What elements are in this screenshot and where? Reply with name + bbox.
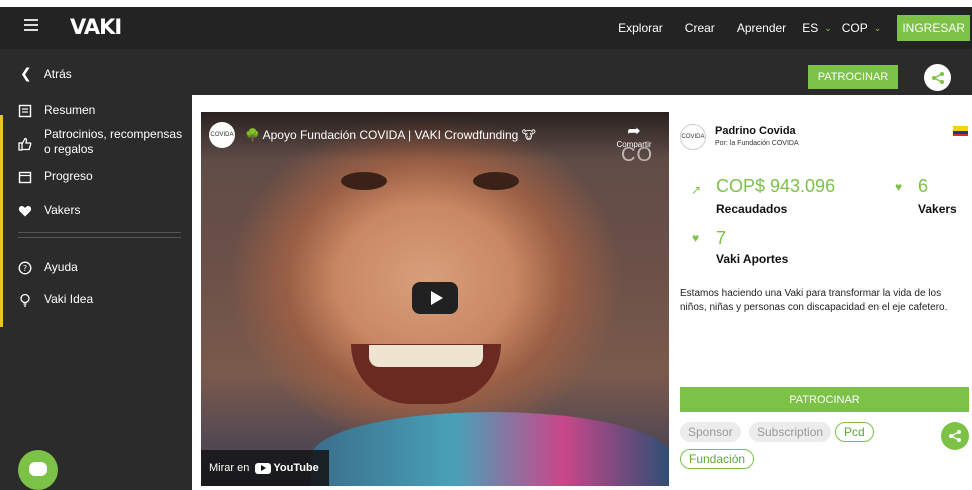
sidebar-active-marker <box>0 115 3 327</box>
help-icon: ? <box>18 261 32 275</box>
video-watermark: CO <box>621 144 653 166</box>
video-frame-detail <box>369 345 483 367</box>
share-arrow-icon: ➦ <box>627 123 641 140</box>
campaign-description: Estamos haciendo una Vaki para transform… <box>680 288 948 313</box>
login-button[interactable]: INGRESAR <box>897 15 970 41</box>
language-value: ES <box>802 21 819 35</box>
hamburger-menu-icon[interactable] <box>24 19 38 33</box>
youtube-video-player[interactable]: COVIDA 🌳 Apoyo Fundación COVIDA | VAKI C… <box>201 112 669 486</box>
org-avatar[interactable]: COVIDA <box>680 124 706 150</box>
chevron-down-icon: ⌄ <box>824 22 832 33</box>
raised-label: Recaudados <box>716 202 788 216</box>
calendar-icon <box>18 171 32 184</box>
sidebar-divider <box>18 237 181 238</box>
sidebar-divider <box>18 232 181 233</box>
campaign-panel: COVIDA Padrino Covida Por: la Fundación … <box>669 112 972 486</box>
video-title[interactable]: 🌳 Apoyo Fundación COVIDA | VAKI Crowdfun… <box>245 128 536 142</box>
sidebar-item-label: Progreso <box>44 169 93 183</box>
share-icon[interactable] <box>941 422 969 450</box>
sidebar-item-vaki-idea[interactable]: Vaki Idea <box>18 292 93 307</box>
tag-sponsor[interactable]: Sponsor <box>680 422 741 442</box>
heart-icon: ♥ <box>692 231 700 245</box>
main-content: COVIDA 🌳 Apoyo Fundación COVIDA | VAKI C… <box>192 95 972 490</box>
sponsor-button[interactable]: PATROCINAR <box>680 387 969 412</box>
nav-links: Explorar Crear Aprender ES ⌄ COP ⌄ INGRESA… <box>618 7 972 49</box>
channel-avatar-text: COVIDA <box>210 132 234 138</box>
sidebar-item-label: Vakers <box>44 203 81 217</box>
video-frame-detail <box>473 172 519 190</box>
thumbs-up-icon <box>18 137 32 151</box>
sidebar-item-label: Patrocinios, recompensas o regalos <box>44 127 183 156</box>
play-icon <box>430 291 443 305</box>
tag-pcd[interactable]: Pcd <box>835 422 874 442</box>
watch-on-youtube[interactable]: Mirar en YouTube <box>201 450 329 486</box>
video-frame-detail <box>341 172 387 190</box>
sidebar-item-vakers[interactable]: Vakers <box>18 203 80 218</box>
raised-amount: COP$ 943.096 <box>716 176 836 196</box>
org-subtitle: Por: la Fundación COVIDA <box>715 140 799 147</box>
sidebar-item-progreso[interactable]: Progreso <box>18 169 93 184</box>
chat-button[interactable] <box>18 450 58 490</box>
sidebar: Resumen Patrocinios, recompensas o regal… <box>0 95 192 490</box>
sidebar-item-label: Resumen <box>44 103 96 117</box>
top-strip <box>0 0 972 7</box>
youtube-logo-text: YouTube <box>273 462 319 474</box>
tag-subscription[interactable]: Subscription <box>749 422 832 442</box>
chat-bubble-icon <box>29 462 47 476</box>
back-label: Atrás <box>43 66 72 81</box>
chevron-down-icon: ⌄ <box>873 22 882 33</box>
back-link[interactable]: ❮ Atrás <box>20 65 72 82</box>
trending-up-icon: ↗ <box>691 183 702 197</box>
vakers-label: Vakers <box>918 202 957 216</box>
org-name[interactable]: Padrino Covida <box>715 125 796 137</box>
channel-avatar[interactable]: COVIDA <box>209 122 235 148</box>
summary-icon <box>18 104 32 118</box>
currency-value: COP <box>841 21 868 35</box>
org-avatar-text: COVIDA <box>681 134 705 140</box>
aportes-count: 7 <box>716 228 727 248</box>
language-select[interactable]: ES ⌄ <box>802 21 832 35</box>
top-navbar: VAKI Explorar Crear Aprender ES ⌄ COP ⌄ IN… <box>0 7 972 49</box>
share-icon[interactable] <box>924 64 951 91</box>
lightbulb-icon <box>20 293 30 307</box>
vaki-logo[interactable]: VAKI <box>70 15 122 39</box>
sub-header: ❮ Atrás PATROCINAR <box>0 49 972 95</box>
video-frame-detail <box>311 412 669 486</box>
vakers-count: 6 <box>918 176 929 196</box>
watch-on-label: Mirar en <box>209 462 250 474</box>
aportes-label: Vaki Aportes <box>716 252 789 266</box>
svg-text:?: ? <box>23 264 27 273</box>
sidebar-item-ayuda[interactable]: ? Ayuda <box>18 260 78 275</box>
chevron-left-icon: ❮ <box>20 65 32 81</box>
nav-crear[interactable]: Crear <box>685 21 715 35</box>
heart-icon <box>18 206 32 217</box>
youtube-logo: YouTube <box>255 462 319 474</box>
nav-explorar[interactable]: Explorar <box>618 21 663 35</box>
currency-select[interactable]: COP ⌄ <box>842 21 882 35</box>
sidebar-item-label: Ayuda <box>44 260 78 274</box>
sponsor-button-top[interactable]: PATROCINAR <box>808 65 898 89</box>
sidebar-item-label: Vaki Idea <box>44 292 94 306</box>
sidebar-item-resumen[interactable]: Resumen <box>18 103 95 118</box>
youtube-play-icon <box>255 462 272 474</box>
logo-text: VAKI <box>70 15 122 39</box>
colombia-flag-icon <box>953 126 968 136</box>
sidebar-item-patrocinios[interactable]: Patrocinios, recompensas o regalos <box>18 127 184 157</box>
page: VAKI Explorar Crear Aprender ES ⌄ COP ⌄ IN… <box>0 0 972 490</box>
nav-aprender[interactable]: Aprender <box>737 21 786 35</box>
heart-icon: ♥ <box>895 180 903 194</box>
tag-fundacion[interactable]: Fundación <box>680 449 755 469</box>
play-button[interactable] <box>412 282 458 314</box>
